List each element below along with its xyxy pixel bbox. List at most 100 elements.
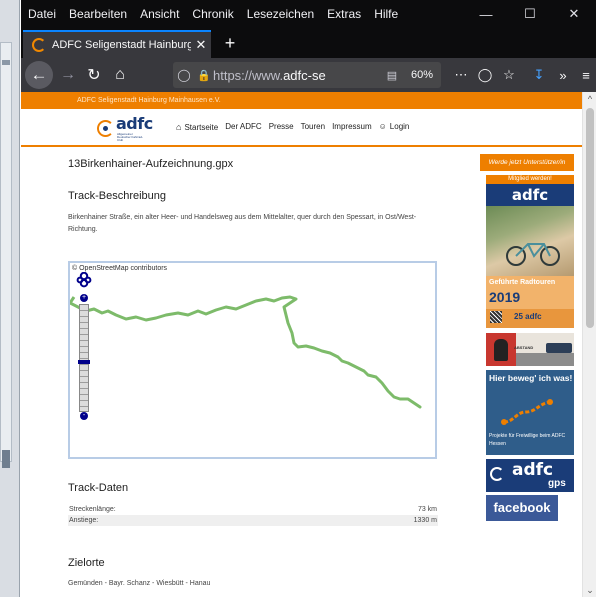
- back-button[interactable]: ←: [25, 61, 53, 89]
- hamburger-menu-icon[interactable]: ≡: [574, 62, 596, 88]
- home-button[interactable]: ⌂: [107, 62, 133, 88]
- minimize-button[interactable]: —: [464, 0, 508, 28]
- page-actions-icon[interactable]: ⋯: [449, 62, 473, 88]
- lock-icon[interactable]: 🔒: [195, 69, 213, 82]
- page-content: ADFC Seligenstadt Hainburg Mainhausen e.…: [21, 92, 596, 597]
- adfc-gps-label: gps: [548, 478, 566, 489]
- track-description-heading: Track-Beschreibung: [68, 190, 167, 202]
- zoom-in-button[interactable]: +: [80, 294, 88, 302]
- forward-button[interactable]: →: [55, 62, 81, 88]
- scrollbar-thumb[interactable]: [586, 108, 594, 328]
- background-window-panel: [0, 42, 12, 462]
- adfc-favicon-icon: [32, 38, 46, 52]
- anniversary-word: adfc: [525, 312, 542, 321]
- zoom-out-button[interactable]: -: [80, 412, 88, 420]
- maximize-button[interactable]: ☐: [508, 0, 552, 28]
- map-zoom-control: + -: [76, 272, 92, 422]
- zoom-level[interactable]: 60%: [403, 69, 441, 81]
- overflow-chevron-icon[interactable]: »: [551, 62, 575, 88]
- close-window-button[interactable]: ✕: [552, 0, 596, 28]
- nav-impressum[interactable]: Impressum: [332, 122, 372, 132]
- track-line: [70, 295, 422, 409]
- home-icon: ⌂: [176, 122, 182, 132]
- abstand-banner[interactable]: ABSTAND: [486, 333, 574, 366]
- site-nav: ⌂ Startseite Der ADFC Presse Touren Impre…: [176, 122, 416, 132]
- file-title: 13Birkenhainer-Aufzeichnung.gpx: [68, 158, 234, 170]
- bookmark-star-icon[interactable]: ☆: [497, 62, 521, 88]
- background-window-scroll-thumb: [2, 450, 10, 468]
- browser-window: Datei Bearbeiten Ansicht Chronik Lesezei…: [21, 0, 596, 597]
- menubar: Datei Bearbeiten Ansicht Chronik Lesezei…: [21, 0, 596, 28]
- nav-login[interactable]: ☺ Login: [379, 122, 410, 132]
- menu-chronik[interactable]: Chronik: [185, 0, 239, 28]
- track-data-table: Streckenlänge: 73 km Anstiege: 1330 m: [68, 504, 438, 526]
- reader-view-icon[interactable]: ▤: [381, 69, 403, 82]
- close-tab-icon[interactable]: ✕: [191, 37, 211, 53]
- qr-code-icon: [490, 311, 502, 323]
- membership-banner[interactable]: Mitglied werden! adfc Geführte Radtouren…: [486, 175, 574, 328]
- zoom-slider-rail[interactable]: [79, 304, 89, 412]
- menu-ansicht[interactable]: Ansicht: [133, 0, 185, 28]
- window-controls: — ☐ ✕: [464, 0, 596, 28]
- cyclist-icon: [494, 339, 508, 361]
- scroll-down-icon[interactable]: ⌄: [583, 583, 596, 597]
- screen: Datei Bearbeiten Ansicht Chronik Lesezei…: [0, 0, 596, 597]
- membership-banner-logo: adfc: [486, 184, 574, 206]
- track-data-heading: Track-Daten: [68, 482, 129, 494]
- new-tab-button[interactable]: +: [217, 28, 243, 58]
- site-header: adfc Allgemeiner Deutscher Fahrrad-Club …: [21, 109, 582, 147]
- tab-title: ADFC Seligenstadt Hainburg Ma: [52, 39, 191, 51]
- adfc-gps-banner[interactable]: adfc gps: [486, 459, 574, 492]
- map-attribution: © OpenStreetMap contributors: [72, 265, 168, 272]
- adfc-logo-tagline: Allgemeiner Deutscher Fahrrad-Club: [117, 132, 144, 142]
- nav-der-adfc[interactable]: Der ADFC: [225, 122, 261, 132]
- abstand-label: ABSTAND: [514, 345, 534, 350]
- data-value: 73 km: [417, 506, 437, 513]
- tracking-shield-icon[interactable]: ◯: [173, 68, 195, 82]
- data-label: Anstiege:: [69, 517, 99, 524]
- user-icon: ☺: [378, 122, 387, 131]
- adfc-gps-word: adfc: [512, 460, 554, 480]
- volunteer-banner[interactable]: Hier beweg' ich was! Projekte für Freiwi…: [486, 370, 574, 455]
- scroll-up-icon[interactable]: ^: [583, 92, 596, 106]
- track-map[interactable]: © OpenStreetMap contributors + -: [68, 261, 437, 459]
- url-bar[interactable]: ◯ 🔒 https://www.adfc-se ▤ 60%: [173, 62, 441, 88]
- chain-icon: [501, 399, 553, 425]
- downloads-icon[interactable]: ↧: [527, 62, 551, 88]
- support-link[interactable]: Werde jetzt Unterstützer/in: [480, 154, 574, 171]
- nav-presse[interactable]: Presse: [269, 122, 294, 132]
- menu-extras[interactable]: Extras: [320, 0, 367, 28]
- zielorte-heading: Zielorte: [68, 557, 105, 569]
- membership-banner-line: Geführte Radtouren: [489, 279, 556, 286]
- volunteer-banner-title: Hier beweg' ich was!: [489, 373, 573, 383]
- adfc-logo-word: adfc: [116, 114, 153, 133]
- nav-startseite-label: Startseite: [184, 123, 219, 132]
- car-icon: [546, 343, 572, 353]
- pocket-icon[interactable]: ◯: [473, 62, 497, 88]
- data-row-climb: Anstiege: 1330 m: [68, 515, 438, 526]
- adfc-logo-dot-icon: [103, 126, 108, 131]
- adfc-logo[interactable]: adfc Allgemeiner Deutscher Fahrrad-Club: [97, 114, 155, 142]
- url-domain: adfc-se: [283, 67, 326, 83]
- zoom-slider-handle[interactable]: [78, 360, 90, 364]
- background-window: [0, 0, 20, 597]
- nav-touren[interactable]: Touren: [301, 122, 325, 132]
- membership-banner-year: 2019: [489, 289, 521, 305]
- menu-lesezeichen[interactable]: Lesezeichen: [240, 0, 320, 28]
- page-scrollbar[interactable]: ^ ⌄: [582, 92, 596, 597]
- membership-banner-top: Mitglied werden!: [486, 175, 574, 184]
- menu-hilfe[interactable]: Hilfe: [367, 0, 404, 28]
- menu-bearbeiten[interactable]: Bearbeiten: [62, 0, 133, 28]
- map-pan-icon[interactable]: [76, 272, 92, 288]
- nav-startseite[interactable]: ⌂ Startseite: [176, 122, 218, 132]
- url-text[interactable]: https://www.adfc-se: [213, 68, 381, 83]
- tab-adfc[interactable]: ADFC Seligenstadt Hainburg Ma ✕: [23, 30, 211, 58]
- bike-photo: [486, 206, 574, 276]
- facebook-link[interactable]: facebook: [486, 495, 558, 521]
- volunteer-banner-text: Projekte für Freiwillige beim ADFC Hesse…: [489, 433, 566, 447]
- menu-datei[interactable]: Datei: [21, 0, 62, 28]
- background-window-scroll-mark: [2, 60, 10, 65]
- data-row-length: Streckenlänge: 73 km: [68, 504, 438, 515]
- reload-button[interactable]: ↻: [81, 62, 107, 88]
- adfc-gps-logo-icon: [490, 467, 504, 481]
